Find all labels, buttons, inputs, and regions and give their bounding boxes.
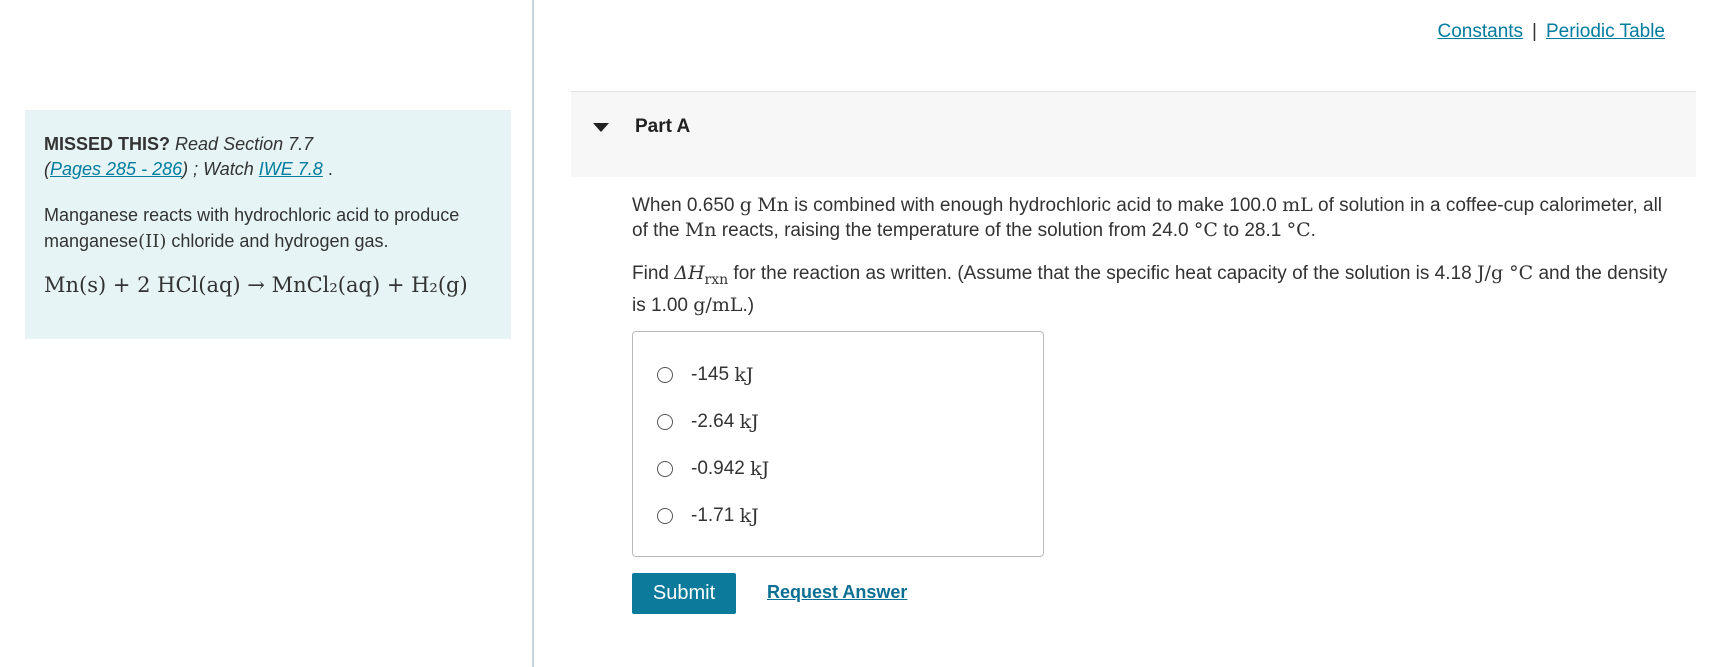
iwe-link[interactable]: IWE 7.8 — [259, 159, 323, 179]
unit-celsius: °C — [1286, 219, 1311, 241]
unit-g-ml: g/mL — [693, 293, 743, 316]
option-value: -0.942 — [691, 458, 745, 479]
option-unit: kJ — [739, 411, 759, 433]
answer-options: -145 kJ -2.64 kJ -0.942 kJ -1.71 kJ — [632, 331, 1044, 557]
radio-button[interactable] — [657, 367, 673, 383]
watch-text: ) ; Watch — [182, 159, 259, 179]
reaction-equation: Mn(s) + 2 HCl(aq) → MnCl₂(aq) + H₂(g) — [44, 273, 468, 297]
request-answer-link[interactable]: Request Answer — [767, 582, 907, 603]
delta-h-symbol: ΔH — [674, 262, 705, 284]
pages-link[interactable]: Pages 285 - 286 — [50, 159, 182, 179]
unit-ml: mL — [1282, 194, 1313, 216]
option-value: -145 — [691, 364, 730, 385]
answer-option[interactable]: -1.71 kJ — [657, 503, 759, 529]
link-separator: | — [1532, 21, 1537, 42]
read-section-text: Read Section 7.7 — [175, 134, 314, 154]
q-text: When 0.650 — [632, 195, 740, 216]
missed-this-line: MISSED THIS? Read Section 7.7 (Pages 285… — [44, 132, 493, 182]
missed-this-label: MISSED THIS? — [44, 134, 171, 154]
periodic-table-link[interactable]: Periodic Table — [1546, 21, 1665, 42]
answer-option[interactable]: -145 kJ — [657, 362, 753, 388]
q-text: for the reaction as written. (Assume tha… — [728, 263, 1477, 284]
answer-option[interactable]: -2.64 kJ — [657, 409, 759, 435]
option-value: -2.64 — [691, 411, 735, 432]
period: . — [327, 159, 333, 179]
q-text: reacts, raising the temperature of the s… — [716, 220, 1194, 241]
option-unit: kJ — [739, 505, 759, 527]
intro-text: Manganese reacts with hydrochloric acid … — [44, 202, 493, 255]
caret-down-icon[interactable] — [593, 123, 609, 132]
top-links: Constants | Periodic Table — [1438, 21, 1666, 43]
q-text: Find — [632, 263, 675, 284]
option-unit: kJ — [750, 458, 770, 480]
q-text: . — [1310, 220, 1316, 241]
question-paragraph-2: Find ΔHrxn for the reaction as written. … — [632, 261, 1682, 318]
radio-button[interactable] — [657, 508, 673, 524]
q-text: to 28.1 — [1217, 220, 1287, 241]
part-title: Part A — [635, 116, 691, 137]
rxn-subscript: rxn — [704, 271, 729, 288]
unit-j-g-c: J/g °C — [1476, 262, 1534, 284]
answer-option[interactable]: -0.942 kJ — [657, 456, 769, 482]
info-panel: MISSED THIS? Read Section 7.7 (Pages 285… — [25, 110, 511, 339]
radio-button[interactable] — [657, 414, 673, 430]
constants-link[interactable]: Constants — [1438, 21, 1524, 42]
q-text: .) — [742, 294, 755, 316]
q-text: is combined with enough hydrochloric aci… — [788, 195, 1283, 216]
option-unit: kJ — [734, 364, 754, 386]
element-mn: Mn — [684, 219, 717, 241]
part-a-header[interactable]: Part A — [571, 91, 1696, 177]
unit-g: g — [739, 194, 752, 216]
submit-button[interactable]: Submit — [632, 573, 736, 614]
question-text: When 0.650 g Mn is combined with enough … — [632, 193, 1682, 336]
question-paragraph-1: When 0.650 g Mn is combined with enough … — [632, 193, 1682, 243]
option-value: -1.71 — [691, 505, 735, 526]
unit-celsius: °C — [1193, 219, 1218, 241]
intro-text-part2: chloride and hydrogen gas. — [166, 231, 389, 251]
element-mn: Mn — [757, 194, 789, 216]
radio-button[interactable] — [657, 461, 673, 477]
vertical-divider — [532, 0, 534, 667]
oxidation-state: (II) — [138, 231, 167, 252]
